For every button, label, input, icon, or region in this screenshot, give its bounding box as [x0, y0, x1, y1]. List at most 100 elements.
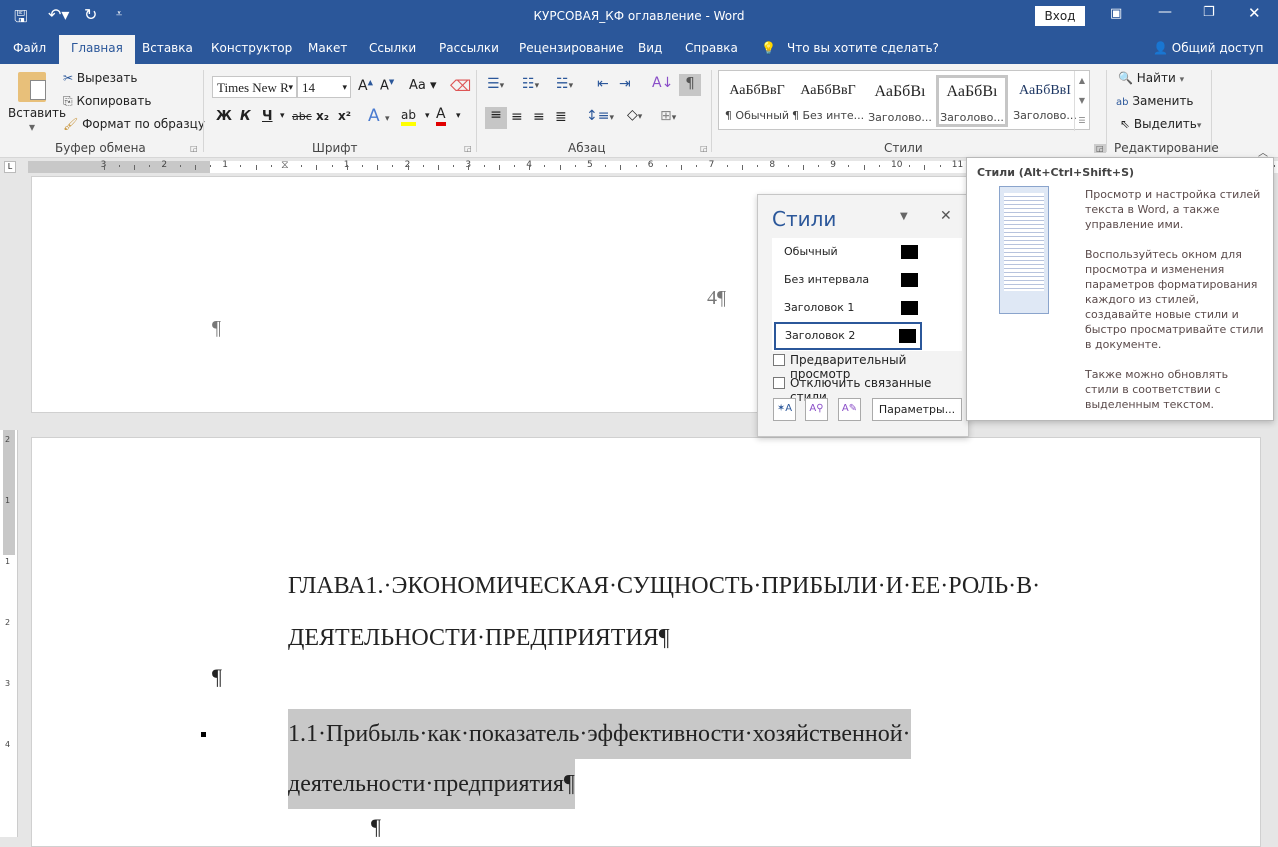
sign-in-button[interactable]: Вход [1035, 6, 1085, 26]
tab-home[interactable]: Главная [59, 35, 135, 64]
indent-marker[interactable]: ⧖ [281, 158, 289, 172]
tab-design[interactable]: Конструктор [211, 41, 292, 55]
tab-references[interactable]: Ссылки [369, 41, 416, 55]
manage-styles-icon[interactable]: A✎ [838, 398, 861, 421]
styles-pane-preview-image [999, 186, 1049, 314]
font-size-select[interactable]: 14 ▾ [297, 76, 351, 98]
restore-icon[interactable]: ❐ [1203, 5, 1215, 20]
increase-indent-icon[interactable]: ⇥ [619, 76, 631, 92]
align-center-icon[interactable]: ≡ [511, 109, 523, 125]
person-icon: 👤 [1153, 41, 1168, 55]
show-formatting-button[interactable]: ¶ [679, 74, 701, 96]
copy-icon: ⎘ [63, 94, 73, 108]
change-case-button[interactable]: Aa ▾ [409, 78, 437, 93]
tab-layout[interactable]: Макет [308, 41, 347, 55]
dialog-launcher-icon[interactable]: ◲ [700, 144, 708, 153]
gallery-scroll[interactable]: ▲ ▼ ☰ [1074, 71, 1089, 131]
underline-dropdown-icon[interactable]: ▾ [280, 111, 285, 121]
line-spacing-icon[interactable]: ↕≡▾ [586, 108, 614, 124]
style-normal[interactable]: АаБбВвГ ¶ Обычный [721, 75, 793, 127]
borders-icon[interactable]: ⊞▾ [660, 108, 676, 124]
shading-icon[interactable]: ◇▾ [627, 107, 642, 123]
tab-view[interactable]: Вид [638, 41, 662, 55]
underline-button[interactable]: Ч [262, 109, 273, 124]
pane-options-icon[interactable]: ▼ [900, 211, 908, 222]
tab-insert[interactable]: Вставка [142, 41, 193, 55]
tell-me-input[interactable]: Что вы хотите сделать? [787, 41, 939, 55]
dialog-launcher-icon[interactable]: ◲ [464, 144, 472, 153]
heading-1-text[interactable]: ГЛАВА1.·ЭКОНОМИЧЕСКАЯ·СУЩНОСТЬ·ПРИБЫЛИ·И… [288, 560, 1040, 664]
copy-button[interactable]: ⎘ Копировать [63, 94, 151, 109]
font-color-dropdown-icon[interactable]: ▾ [456, 111, 461, 121]
numbering-icon[interactable]: ☷▾ [522, 76, 539, 92]
align-left-icon[interactable]: ≡ [485, 107, 507, 129]
find-button[interactable]: 🔍 Найти ▾ [1118, 71, 1184, 85]
disable-linked-checkbox[interactable] [773, 377, 785, 389]
style-inspector-icon[interactable]: A⚲ [805, 398, 828, 421]
minimize-icon[interactable]: — [1158, 4, 1172, 20]
sort-icon[interactable]: A↓ [652, 75, 673, 91]
ruler-number: 8 [769, 160, 776, 170]
highlight-icon[interactable]: ab [401, 108, 416, 126]
font-color-icon[interactable]: A [436, 106, 446, 126]
tab-review[interactable]: Рецензирование [519, 41, 624, 55]
new-style-icon[interactable]: ✶A [773, 398, 796, 421]
ruler-number: 11 [951, 160, 964, 170]
options-button[interactable]: Параметры... [872, 398, 962, 421]
style-item-no-spacing[interactable]: Без интервала [772, 266, 962, 294]
subscript-button[interactable]: x₂ [316, 109, 329, 123]
ribbon: Вставить ▾ ✂ Вырезать ⎘ Копировать 🖌 Форм… [0, 64, 1278, 159]
dialog-launcher-icon[interactable]: ◲ [190, 144, 198, 153]
italic-button[interactable]: К [240, 109, 251, 124]
highlight-dropdown-icon[interactable]: ▾ [425, 111, 430, 121]
select-button[interactable]: ⇖ Выделить▾ [1120, 117, 1201, 131]
ruler-number: 2 [161, 160, 168, 170]
cut-button[interactable]: ✂ Вырезать [63, 71, 137, 85]
tab-mailings[interactable]: Рассылки [439, 41, 499, 55]
clear-formatting-icon[interactable]: ⌫ [450, 77, 471, 95]
style-item-normal[interactable]: Обычный [772, 238, 962, 266]
style-heading-1[interactable]: АаБбВı Заголово... [864, 75, 936, 127]
style-item-heading-1[interactable]: Заголовок 1 [772, 294, 962, 322]
preview-checkbox[interactable] [773, 354, 785, 366]
style-heading-2[interactable]: АаБбВı Заголово... [936, 75, 1008, 127]
tab-help[interactable]: Справка [685, 41, 738, 55]
heading-2-text[interactable]: 1.1·Прибыль·как·показатель·эффективности… [288, 709, 911, 809]
ribbon-display-icon[interactable]: ▣ [1110, 6, 1122, 21]
ruler-number: 7 [708, 160, 715, 170]
text-effects-icon[interactable]: A ▾ [368, 106, 390, 126]
align-right-icon[interactable]: ≡ [533, 109, 545, 125]
style-no-spacing[interactable]: АаБбВвГ ¶ Без инте... [792, 75, 864, 127]
paste-button[interactable]: Вставить ▾ [8, 72, 66, 134]
style-heading-3[interactable]: АаБбВвI Заголово... [1009, 75, 1081, 127]
shrink-font-icon[interactable]: A▼ [380, 78, 394, 93]
format-painter-button[interactable]: 🖌 Формат по образцу [63, 117, 205, 131]
style-item-heading-2[interactable]: Заголовок 2 [774, 322, 922, 350]
styles-pane-title: Стили [772, 207, 837, 231]
bullets-icon[interactable]: ☰▾ [487, 76, 504, 92]
share-button[interactable]: 👤 Общий доступ [1153, 41, 1264, 55]
superscript-button[interactable]: x² [338, 109, 351, 123]
ruler-number: 10 [891, 160, 903, 170]
group-label-styles: Стили [884, 141, 923, 155]
font-name-select[interactable]: Times New R ▾ [212, 76, 297, 98]
bold-button[interactable]: Ж [216, 109, 232, 124]
title-bar: 🖫 ↶▾ ↻ ⩡ КУРСОВАЯ_КФ оглавление - Word В… [0, 0, 1278, 32]
close-icon[interactable]: ✕ [940, 208, 952, 224]
document-page-2[interactable]: ГЛАВА1.·ЭКОНОМИЧЕСКАЯ·СУЩНОСТЬ·ПРИБЫЛИ·И… [31, 437, 1261, 847]
grow-font-icon[interactable]: A▲ [358, 78, 373, 94]
ruler-number: 6 [647, 160, 654, 170]
styles-dialog-launcher-icon[interactable]: ◲ [1094, 144, 1106, 153]
tab-file[interactable]: Файл [13, 41, 46, 55]
close-icon[interactable]: ✕ [1248, 4, 1261, 22]
group-label-font: Шрифт [312, 141, 358, 155]
replace-button[interactable]: ab Заменить [1116, 94, 1194, 108]
styles-pane: Стили ▼ ✕ Обычный Без интервала Заголово… [757, 194, 969, 437]
paintbrush-icon: 🖌 [63, 117, 79, 131]
ruler-number: 1 [5, 557, 11, 566]
decrease-indent-icon[interactable]: ⇤ [597, 76, 609, 92]
multilevel-list-icon[interactable]: ☵▾ [556, 76, 573, 92]
vertical-ruler[interactable]: 2 1 1 2 3 4 [0, 430, 18, 837]
strikethrough-button[interactable]: abc [292, 110, 312, 123]
justify-icon[interactable]: ≣ [555, 109, 567, 125]
